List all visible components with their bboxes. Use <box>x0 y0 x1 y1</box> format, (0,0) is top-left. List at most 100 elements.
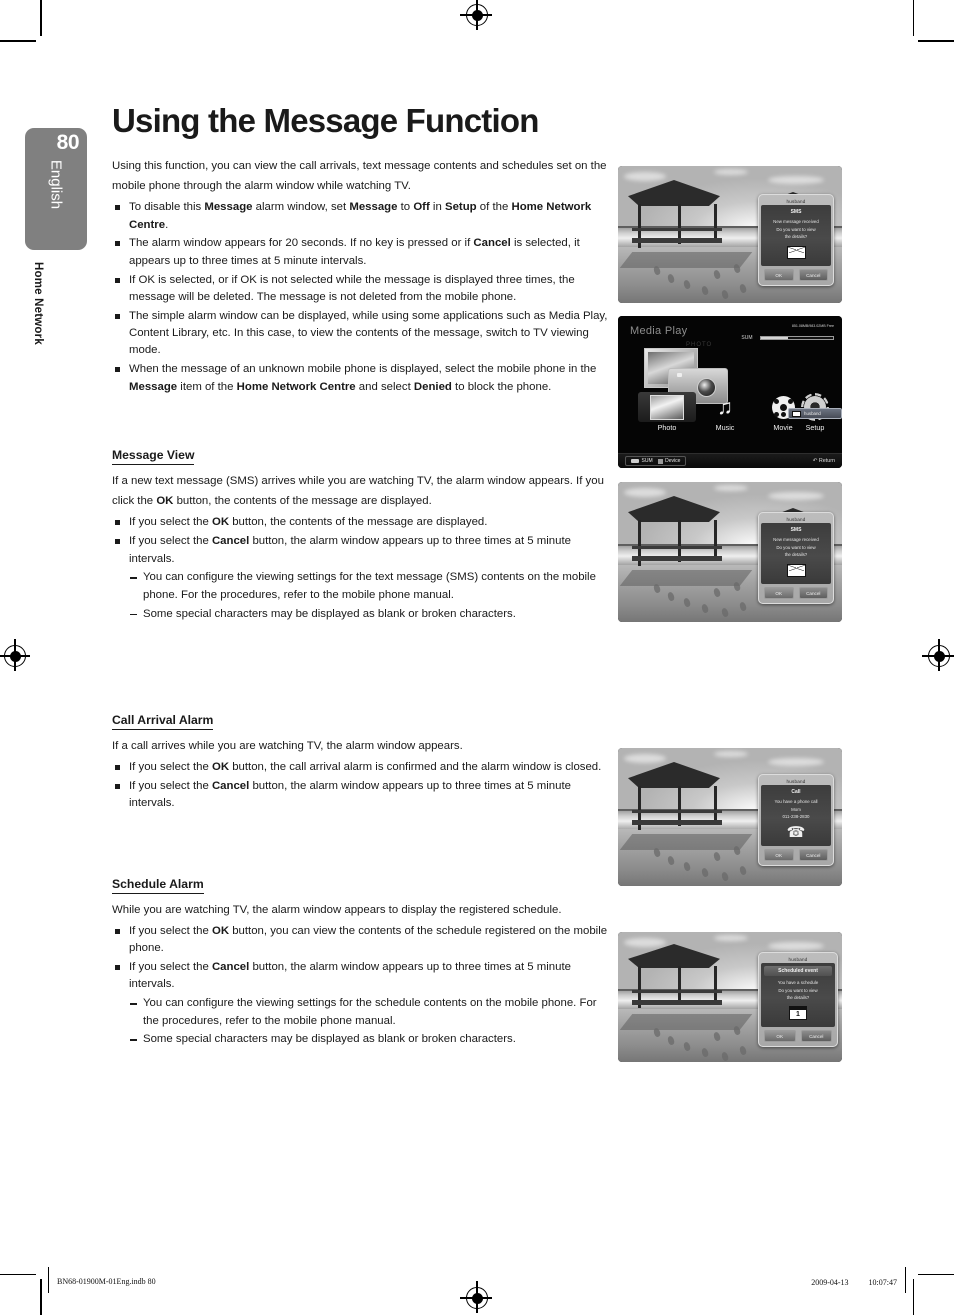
list-item-dash: Some special characters may be displayed… <box>112 606 612 623</box>
list-item-dash: Some special characters may be displayed… <box>112 1031 612 1048</box>
section-heading: Message View <box>112 448 195 465</box>
section-bullet-list: If you select the OK button, the content… <box>112 514 612 622</box>
calendar-icon: 1 <box>788 1006 808 1021</box>
list-item: If you select the OK button, you can vie… <box>112 923 612 958</box>
dialog-kind: SMS <box>790 527 802 533</box>
dialog-line-1: You have a schedule <box>777 980 819 985</box>
section-body: While you are watching TV, the alarm win… <box>112 903 562 916</box>
dialog-line-2: Do you want to view <box>776 226 816 232</box>
envelope-icon <box>786 245 806 259</box>
page-language-label: English <box>47 159 65 210</box>
return-button[interactable]: ↶ Return <box>813 458 835 464</box>
media-play-item-music[interactable]: ♫ Music <box>696 392 754 433</box>
list-item: If you select the OK button, the content… <box>112 514 612 531</box>
media-play-footer-bar: SUM Device ↶ Return <box>618 453 842 468</box>
dialog-sender: husband <box>786 516 806 522</box>
dialog-line-2: Do you want to view <box>776 544 816 550</box>
dialog-kind: Call <box>791 789 801 795</box>
storage-free-text: 851.08MB/983.02MB Free <box>791 324 834 328</box>
intro-bullet-list: To disable this Message alarm window, se… <box>112 199 612 396</box>
registration-mark-left <box>0 639 30 671</box>
dialog-sender: husband <box>786 778 806 784</box>
manual-page: 80 English Home Network Using the Messag… <box>0 0 954 1315</box>
key-usb-label: SUM <box>641 458 653 464</box>
section-message-view: Message View If a new text message (SMS)… <box>112 446 612 623</box>
section-call-arrival-alarm: Call Arrival Alarm If a call arrives whi… <box>112 711 612 813</box>
dialog-cancel-button[interactable]: Cancel <box>800 1030 832 1043</box>
media-play-menu: Photo ♫ Music Movie Setup husband <box>638 392 842 446</box>
message-notification-banner[interactable]: husband <box>788 408 842 419</box>
dialog-line-1: New message received <box>773 537 819 542</box>
page-footer: BN68-01900M-01Eng.indb 80 2009-04-13 10:… <box>0 1273 954 1295</box>
footer-file-name: BN68-01900M-01Eng.indb 80 <box>57 1277 156 1286</box>
media-play-item-label: Photo <box>657 423 677 432</box>
dialog-ok-button[interactable]: OK <box>764 269 794 282</box>
dialog-line-1: You have a phone call <box>774 799 818 804</box>
media-play-item-label: Music <box>715 423 735 432</box>
page-title: Using the Message Function <box>112 102 539 139</box>
page-number: 80 <box>56 131 80 154</box>
intro-paragraph: Using this function, you can view the ca… <box>112 159 607 192</box>
screenshot-sms-alarm: husband SMS New message received Do you … <box>618 166 842 303</box>
dialog-line-1: New message received <box>773 219 819 224</box>
device-icon <box>657 458 663 464</box>
screenshot-schedule-alarm: husband Scheduled event You have a sched… <box>618 932 842 1062</box>
calendar-day: 1 <box>796 1011 800 1019</box>
dialog-cancel-button[interactable]: Cancel <box>798 849 828 862</box>
dialog-kind: SMS <box>790 209 802 215</box>
media-play-item-setup[interactable]: Setup husband <box>786 392 842 432</box>
dialog-line-2: Mom <box>791 806 801 812</box>
phone-handset-icon: ☎ <box>786 823 806 841</box>
list-item: If you select the Cancel button, the ala… <box>112 533 612 568</box>
call-alarm-dialog: husband Call You have a phone call Mom 0… <box>758 774 834 867</box>
media-play-title: Media Play <box>630 325 688 337</box>
hero-label: PHOTO <box>686 342 713 348</box>
screenshot-media-play: Media Play 851.08MB/983.02MB Free SUM PH… <box>618 316 842 468</box>
media-play-item-label: Setup <box>805 423 825 432</box>
crop-mark-top-left-h <box>0 40 36 42</box>
list-item: If you select the Cancel button, the ala… <box>112 959 612 994</box>
dialog-ok-button[interactable]: OK <box>764 587 794 600</box>
chapter-label: Home Network <box>32 262 44 345</box>
list-item-dash: You can configure the viewing settings f… <box>112 995 612 1030</box>
schedule-alarm-dialog: husband Scheduled event You have a sched… <box>758 952 838 1048</box>
list-item: If you select the OK button, the call ar… <box>112 759 612 776</box>
dialog-line-3: the details? <box>786 995 810 1001</box>
dialog-line-2: Do you want to view <box>778 987 818 993</box>
list-item: To disable this Message alarm window, se… <box>112 199 612 234</box>
dialog-sender: husband <box>788 956 808 962</box>
storage-label: SUM <box>741 334 753 341</box>
section-bullet-list: If you select the OK button, the call ar… <box>112 759 612 812</box>
dialog-sender: husband <box>786 198 806 204</box>
storage-indicator: 851.08MB/983.02MB Free SUM <box>741 324 834 347</box>
envelope-icon <box>786 563 806 577</box>
section-bullet-list: If you select the OK button, you can vie… <box>112 923 612 1049</box>
registration-mark-right <box>922 639 954 671</box>
dialog-line-3: 011-238-2830 <box>782 814 810 820</box>
key-usb[interactable]: SUM <box>631 458 653 464</box>
list-item: When the message of an unknown mobile ph… <box>112 361 612 396</box>
usb-icon <box>631 459 639 463</box>
list-item: The alarm window appears for 20 seconds.… <box>112 235 612 270</box>
crop-mark-top-right-v <box>912 0 914 36</box>
screenshot-call-alarm: husband Call You have a phone call Mom 0… <box>618 748 842 886</box>
key-device[interactable]: Device <box>657 458 681 464</box>
crop-mark-top-right-h <box>918 40 954 42</box>
sms-alarm-dialog: husband SMS New message received Do you … <box>758 512 834 605</box>
key-device-label: Device <box>665 458 681 464</box>
dialog-kind: Scheduled event <box>764 966 832 976</box>
dialog-cancel-button[interactable]: Cancel <box>798 587 828 600</box>
page-number-tab: 80 English <box>25 128 87 250</box>
dialog-ok-button[interactable]: OK <box>764 849 794 862</box>
list-item: If OK is selected, or if OK is not selec… <box>112 272 612 307</box>
footer-timestamp: 2009-04-13 10:07:47 <box>811 1278 897 1287</box>
storage-bar <box>760 335 834 340</box>
section-body: If a new text message (SMS) arrives whil… <box>112 474 604 508</box>
media-play-item-photo[interactable]: Photo <box>638 392 696 432</box>
dialog-line-3: the details? <box>784 234 808 240</box>
section-schedule-alarm: Schedule Alarm While you are watching TV… <box>112 875 612 1049</box>
crop-mark-top-left-v <box>40 0 42 36</box>
dialog-ok-button[interactable]: OK <box>764 1030 796 1043</box>
return-label: Return <box>818 458 835 464</box>
dialog-cancel-button[interactable]: Cancel <box>798 269 828 282</box>
